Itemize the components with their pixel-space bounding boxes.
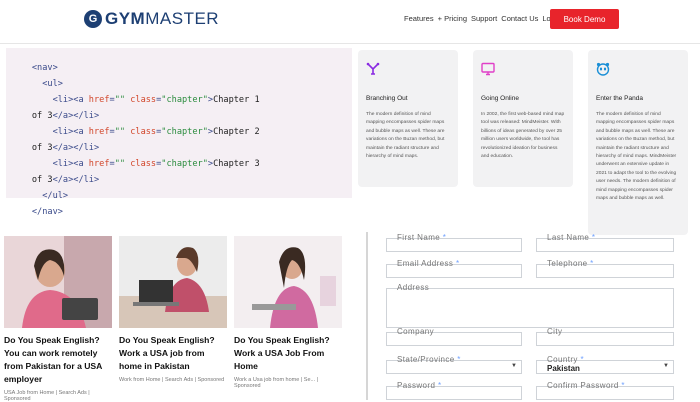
sponsored-ads: Do You Speak English? You can work remot…: [4, 236, 346, 402]
branch-icon: [366, 62, 380, 75]
ad-source: Work a Usa job from home | Se... | Spons…: [234, 377, 319, 389]
ad-headline[interactable]: Do You Speak English? You can work remot…: [4, 334, 112, 386]
gymmaster-logo[interactable]: G GYMMASTER: [84, 9, 219, 29]
ad-image[interactable]: [234, 236, 342, 328]
code-line: <li><a href="" class="chapter">Chapter 2: [52, 127, 260, 137]
monitor-icon: [481, 62, 495, 76]
ad-image[interactable]: [4, 236, 112, 328]
card-enter-the-panda: Enter the Panda The modern definition of…: [588, 50, 688, 235]
feature-cards: Branching Out The modern definition of m…: [358, 50, 700, 235]
last-name-field[interactable]: Last Name *: [536, 233, 674, 252]
site-header: G GYMMASTER Features + Pricing Support C…: [0, 0, 700, 44]
card-title: Enter the Panda: [596, 95, 643, 102]
nav-contact-us[interactable]: Contact Us: [501, 14, 538, 23]
company-field[interactable]: Company: [386, 327, 522, 346]
card-body: In 2002, the first web-based mind map to…: [481, 112, 565, 160]
card-title: Going Online: [481, 95, 519, 102]
ad-card[interactable]: Do You Speak English? Work a USA job fro…: [119, 236, 227, 383]
code-line: </nav>: [31, 207, 63, 217]
chevron-down-icon: ▼: [663, 363, 669, 369]
book-demo-button[interactable]: Book Demo: [550, 9, 619, 29]
code-line: of 3</a></li>: [31, 175, 100, 185]
code-line: of 3</a></li>: [31, 111, 100, 121]
ad-card[interactable]: Do You Speak English? Work a USA Job Fro…: [234, 236, 342, 389]
confirm-password-field[interactable]: Confirm Password *: [536, 381, 674, 400]
card-going-online: Going Online In 2002, the first web-base…: [473, 50, 573, 187]
password-field[interactable]: Password *: [386, 381, 522, 400]
main-nav: Features + Pricing Support Contact Us Lo…: [404, 14, 561, 23]
state-province-select[interactable]: State/Province * ▼: [386, 355, 522, 374]
code-line: of 3</a></li>: [31, 143, 100, 153]
city-field[interactable]: City: [536, 327, 674, 346]
ad-source: USA Job from Home | Search Ads | Sponsor…: [4, 390, 90, 402]
ad-headline[interactable]: Do You Speak English? Work a USA Job Fro…: [234, 334, 342, 373]
signup-form: First Name * Last Name * Email Address *…: [366, 232, 700, 400]
code-line: <li><a href="" class="chapter">Chapter 1: [52, 95, 260, 105]
gymmaster-logo-icon: G: [84, 10, 102, 28]
nav-features[interactable]: Features: [404, 14, 434, 23]
panda-icon: [596, 62, 610, 76]
nav-support[interactable]: Support: [471, 14, 497, 23]
code-line: <li><a href="" class="chapter">Chapter 3: [52, 159, 260, 169]
telephone-field[interactable]: Telephone *: [536, 259, 674, 278]
code-block: <nav> <ul> <li><a href="" class="chapter…: [6, 60, 260, 220]
first-name-field[interactable]: First Name *: [386, 233, 522, 252]
nav-pricing[interactable]: + Pricing: [438, 14, 467, 23]
country-select[interactable]: Country * Pakistan ▼: [536, 355, 674, 374]
ad-headline[interactable]: Do You Speak English? Work a USA job fro…: [119, 334, 227, 373]
code-line: </ul>: [42, 191, 69, 201]
ad-card[interactable]: Do You Speak English? You can work remot…: [4, 236, 112, 402]
card-body: The modern definition of mind mapping en…: [596, 112, 677, 202]
card-title: Branching Out: [366, 95, 408, 102]
email-field[interactable]: Email Address *: [386, 259, 522, 278]
ad-source: Work from Home | Search Ads | Sponsored: [119, 377, 225, 383]
chevron-down-icon: ▼: [511, 363, 517, 369]
logo-text: GYMMASTER: [105, 9, 220, 28]
card-body: The modern definition of mind mapping en…: [366, 112, 445, 160]
address-field[interactable]: Address: [386, 283, 674, 328]
card-branching-out: Branching Out The modern definition of m…: [358, 50, 458, 187]
code-line: <nav>: [31, 63, 58, 73]
ad-image[interactable]: [119, 236, 227, 328]
code-line: <ul>: [42, 79, 63, 89]
code-sample-panel: <nav> <ul> <li><a href="" class="chapter…: [6, 48, 352, 217]
